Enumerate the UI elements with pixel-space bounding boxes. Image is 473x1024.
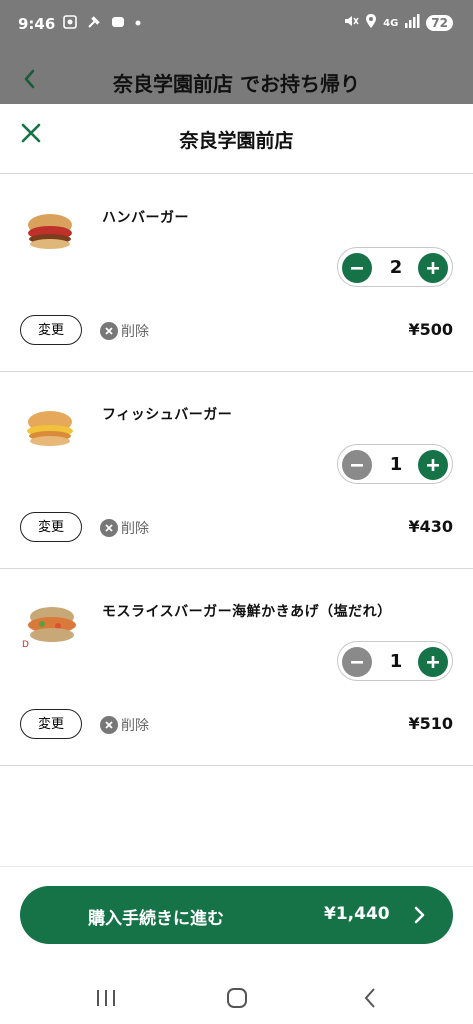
background-page-title: 奈良学園前店 でお持ち帰り xyxy=(113,72,360,96)
mute-icon xyxy=(343,13,359,33)
checkout-label: 購入手続きに進む xyxy=(88,909,224,929)
chevron-right-icon xyxy=(414,906,425,924)
quantity-stepper: 1 xyxy=(337,641,453,681)
change-button[interactable]: 変更 xyxy=(20,709,82,739)
status-bar: 9:46 4G 72 xyxy=(0,0,473,48)
x-circle-icon xyxy=(100,716,118,734)
item-price: ¥510 xyxy=(408,714,453,733)
item-name: フィッシュバーガー xyxy=(102,407,233,423)
burger-image xyxy=(20,205,84,257)
decrease-button[interactable] xyxy=(342,450,372,480)
footer-divider xyxy=(0,866,473,867)
x-circle-icon xyxy=(100,519,118,537)
quantity-value: 1 xyxy=(389,454,403,475)
decrease-button[interactable] xyxy=(342,647,372,677)
delete-label: 削除 xyxy=(121,324,149,340)
minus-icon xyxy=(351,267,363,270)
store-title: 奈良学園前店 xyxy=(179,130,294,152)
quantity-value: 1 xyxy=(389,651,403,672)
plus-icon xyxy=(427,262,439,274)
x-circle-icon xyxy=(100,322,118,340)
background-app: 9:46 4G 72 奈良学園前店 でお持ち帰り xyxy=(0,0,473,104)
plus-icon xyxy=(427,656,439,668)
status-system-icons: 4G 72 xyxy=(343,13,453,33)
burger-image: D xyxy=(20,599,84,651)
quantity-stepper: 2 xyxy=(337,247,453,287)
increase-button[interactable] xyxy=(418,253,448,283)
cart-item: D モスライスバーガー海鮮かきあげ（塩だれ） 1 変更 削除 ¥510 xyxy=(0,569,473,766)
change-button[interactable]: 変更 xyxy=(20,315,82,345)
quantity-value: 2 xyxy=(389,257,403,278)
change-button[interactable]: 変更 xyxy=(20,512,82,542)
checkout-button[interactable]: 購入手続きに進む ¥1,440 xyxy=(20,886,453,944)
sheet-header: 奈良学園前店 xyxy=(0,104,473,174)
auction-icon xyxy=(86,14,102,30)
plus-icon xyxy=(427,459,439,471)
back-button[interactable] xyxy=(357,986,385,1010)
delete-label: 削除 xyxy=(121,521,149,537)
item-name: ハンバーガー xyxy=(102,210,189,226)
cart-item: ハンバーガー 2 変更 削除 ¥500 xyxy=(0,175,473,372)
cart-item: フィッシュバーガー 1 変更 削除 ¥430 xyxy=(0,372,473,569)
minus-icon xyxy=(351,661,363,664)
battery-indicator: 72 xyxy=(426,15,453,31)
app-notification-icon xyxy=(110,14,126,30)
minus-icon xyxy=(351,464,363,467)
screenshot-icon xyxy=(62,14,78,30)
decrease-button[interactable] xyxy=(342,253,372,283)
item-price: ¥430 xyxy=(408,517,453,536)
increase-button[interactable] xyxy=(418,647,448,677)
item-name: モスライスバーガー海鮮かきあげ（塩だれ） xyxy=(102,604,392,620)
network-label: 4G xyxy=(383,17,399,29)
checkout-total: ¥1,440 xyxy=(324,904,390,924)
delete-label: 削除 xyxy=(121,718,149,734)
dot-icon xyxy=(134,14,150,30)
system-nav-bar xyxy=(0,972,473,1024)
increase-button[interactable] xyxy=(418,450,448,480)
svg-text:D: D xyxy=(22,640,29,650)
recent-apps-button[interactable] xyxy=(92,986,120,1010)
background-header: 奈良学園前店 でお持ち帰り xyxy=(0,60,473,100)
signal-icon xyxy=(404,14,420,32)
home-button[interactable] xyxy=(223,986,251,1010)
cart-sheet: 奈良学園前店 ハンバーガー 2 変更 削除 ¥500 フィッシュバーガー 1 変… xyxy=(0,104,473,1024)
burger-image xyxy=(20,402,84,454)
delete-button[interactable]: 削除 xyxy=(100,715,149,735)
status-time: 9:46 xyxy=(18,15,56,33)
delete-button[interactable]: 削除 xyxy=(100,321,149,341)
quantity-stepper: 1 xyxy=(337,444,453,484)
item-price: ¥500 xyxy=(408,320,453,339)
delete-button[interactable]: 削除 xyxy=(100,518,149,538)
location-icon xyxy=(365,13,377,33)
status-notification-icons xyxy=(62,14,150,30)
